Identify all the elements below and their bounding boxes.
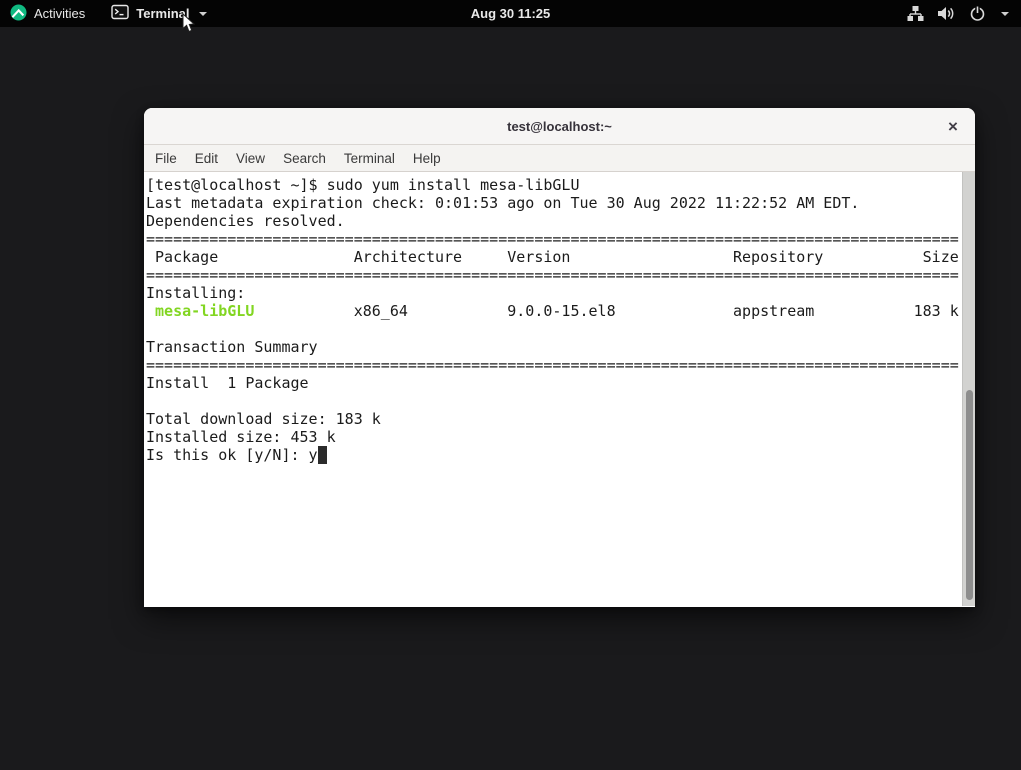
power-icon (969, 5, 986, 22)
terminal-line: Install 1 Package (146, 374, 309, 392)
terminal-line: ========================================… (146, 266, 959, 284)
terminal-line: ========================================… (146, 356, 959, 374)
activities-button[interactable]: Activities (0, 0, 95, 27)
caret-down-icon (1001, 11, 1009, 16)
rocky-logo-icon (10, 4, 27, 24)
caret-down-icon (198, 11, 207, 16)
terminal-line: Dependencies resolved. (146, 212, 345, 230)
top-bar: Activities Terminal Aug 30 11:25 (0, 0, 1021, 27)
scrollbar[interactable] (962, 172, 975, 606)
menu-item-search[interactable]: Search (274, 145, 335, 171)
terminal-content[interactable]: [test@localhost ~]$ sudo yum install mes… (144, 172, 975, 606)
volume-icon (937, 5, 956, 22)
terminal-line: Transaction Summary (146, 338, 318, 356)
terminal-line: Installing: (146, 284, 246, 302)
terminal-line: Package Architecture Version Repository … (146, 248, 959, 266)
titlebar[interactable]: test@localhost:~ × (144, 108, 975, 145)
terminal-app-icon (111, 4, 129, 23)
window-title: test@localhost:~ (507, 118, 612, 134)
terminal-line: Is this ok [y/N]: y (146, 446, 975, 464)
terminal-line: Last metadata expiration check: 0:01:53 … (146, 194, 860, 212)
menu-item-file[interactable]: File (146, 145, 186, 171)
menu-item-terminal[interactable]: Terminal (335, 145, 404, 171)
menu-item-edit[interactable]: Edit (186, 145, 227, 171)
menu-item-help[interactable]: Help (404, 145, 450, 171)
terminal-line: ========================================… (146, 230, 959, 248)
system-status-area[interactable] (895, 0, 1021, 27)
terminal-line: Total download size: 183 k (146, 410, 381, 428)
terminal-line: [test@localhost ~]$ sudo yum install mes… (146, 176, 580, 194)
menu-item-view[interactable]: View (227, 145, 274, 171)
menu-bar: File Edit View Search Terminal Help (144, 145, 975, 172)
terminal-line: mesa-libGLU x86_64 9.0.0-15.el8 appstrea… (155, 302, 959, 320)
terminal-output: [test@localhost ~]$ sudo yum install mes… (146, 176, 975, 464)
scrollbar-thumb[interactable] (966, 390, 973, 600)
network-wired-icon (907, 5, 924, 22)
mouse-pointer-icon (182, 12, 197, 39)
app-menu-terminal[interactable]: Terminal (101, 0, 216, 27)
terminal-window: test@localhost:~ × File Edit View Search Ter… (144, 108, 975, 607)
activities-label: Activities (34, 6, 86, 21)
terminal-line: Installed size: 453 k (146, 428, 336, 446)
close-button[interactable]: × (939, 108, 967, 145)
